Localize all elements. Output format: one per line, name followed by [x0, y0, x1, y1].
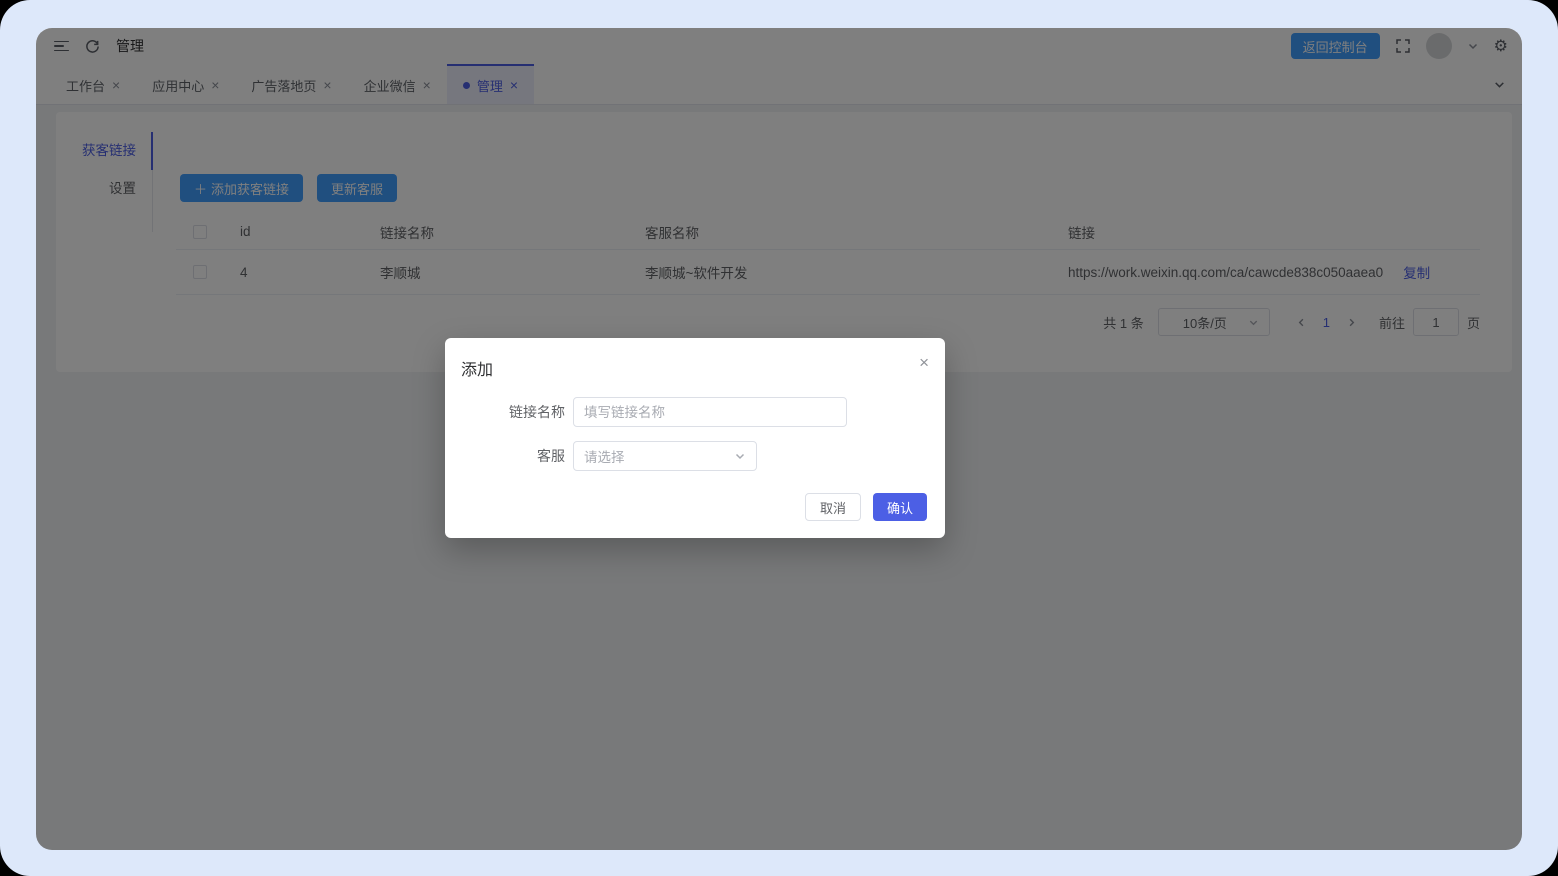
chevron-down-icon [734, 450, 746, 462]
dialog-close-icon[interactable]: × [919, 354, 929, 371]
cancel-button[interactable]: 取消 [805, 493, 861, 521]
dialog-title: 添加 [461, 356, 493, 380]
dialog-footer: 取消 确认 [805, 493, 927, 521]
form-row-service: 客服 请选择 [445, 441, 757, 471]
service-label: 客服 [445, 446, 565, 466]
service-select[interactable]: 请选择 [573, 441, 757, 471]
add-dialog: 添加 × 链接名称 客服 请选择 取消 确认 [445, 338, 945, 538]
confirm-button[interactable]: 确认 [873, 493, 927, 521]
link-name-input[interactable] [573, 397, 847, 427]
link-name-label: 链接名称 [445, 402, 565, 422]
screen: 管理 返回控制台 ⚙ 工作台 × [0, 0, 1558, 876]
form-row-link-name: 链接名称 [445, 397, 847, 427]
